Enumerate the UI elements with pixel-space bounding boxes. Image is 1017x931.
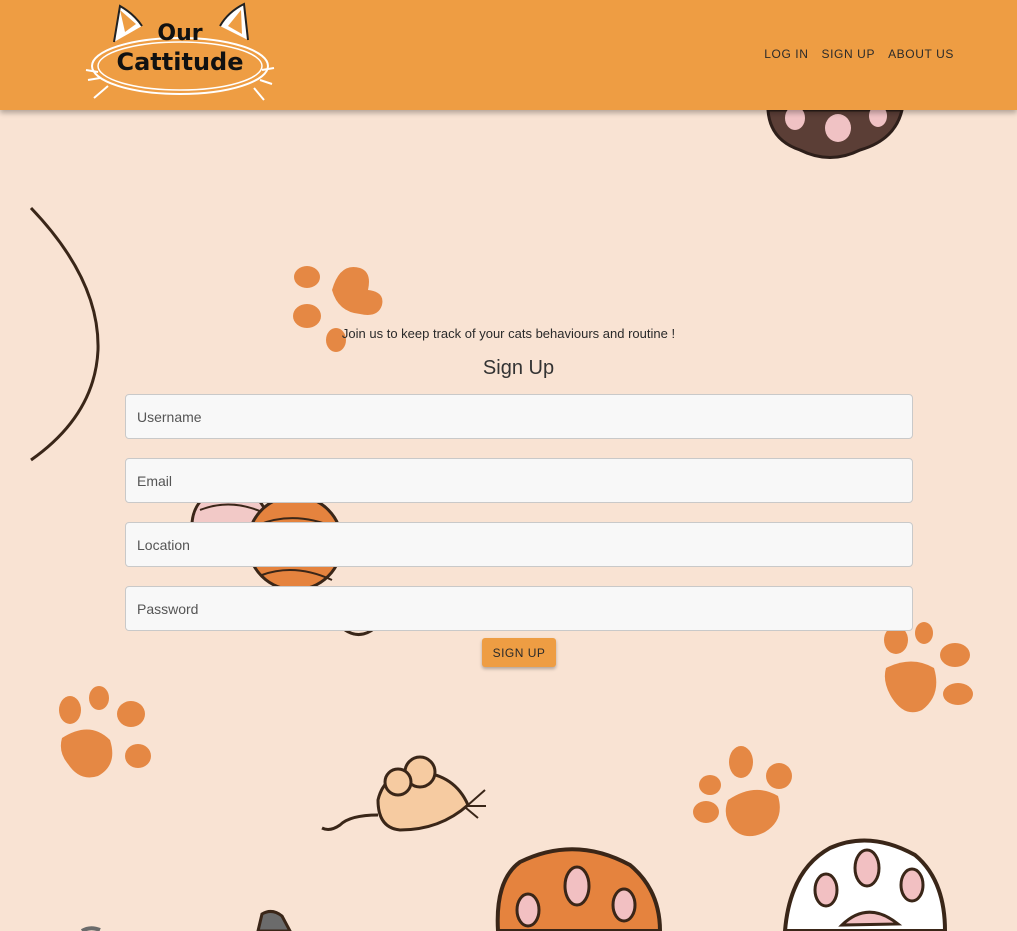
- paw-print-icon: [884, 622, 973, 713]
- main-nav: LOG IN SIGN UP ABOUT US: [764, 47, 954, 61]
- cat-paw-icon: [766, 105, 904, 159]
- nav-login-link[interactable]: LOG IN: [764, 47, 808, 61]
- paw-print-icon: [693, 746, 792, 837]
- nav-about-link[interactable]: ABOUT US: [888, 47, 954, 61]
- username-input[interactable]: [125, 394, 913, 439]
- paw-print-icon: [59, 686, 151, 778]
- signup-submit-button[interactable]: SIGN UP: [482, 638, 556, 667]
- logo-line2: Cattitude: [117, 48, 244, 76]
- password-input[interactable]: [125, 586, 913, 631]
- cat-paw-icon: [782, 838, 948, 931]
- signup-tagline: Join us to keep track of your cats behav…: [341, 326, 676, 341]
- toy-mouse-icon: [321, 755, 486, 832]
- location-input[interactable]: [125, 522, 913, 567]
- signup-title: Sign Up: [482, 357, 555, 379]
- site-logo[interactable]: Our Cattitude: [84, 0, 276, 106]
- email-input[interactable]: [125, 458, 913, 503]
- top-navbar: Our Cattitude LOG IN SIGN UP ABOUT US: [0, 0, 1017, 110]
- cat-paw-icon: [495, 847, 663, 931]
- logo-line1: Our: [157, 21, 202, 46]
- cat-ears-icon: [256, 909, 292, 931]
- nav-signup-link[interactable]: SIGN UP: [822, 47, 876, 61]
